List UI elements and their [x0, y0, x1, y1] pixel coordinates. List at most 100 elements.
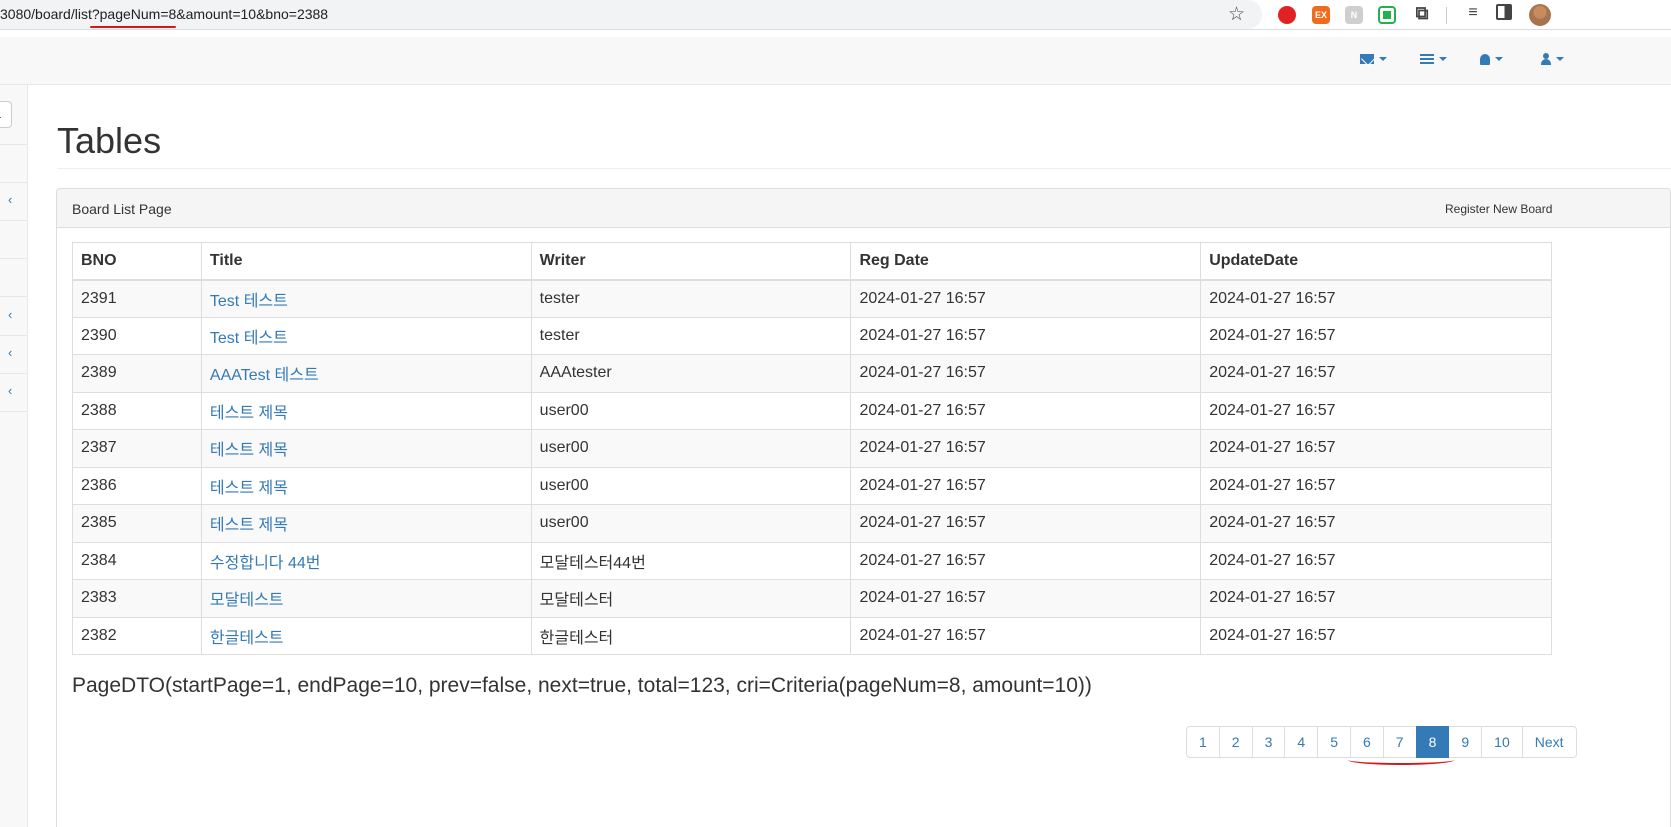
alerts-dropdown[interactable]	[1480, 50, 1503, 66]
table-row: 2388 테스트 제목 user00 2024-01-27 16:57 2024-01-…	[72, 391, 1552, 430]
title-link[interactable]: AAATest 테스트	[210, 367, 319, 384]
tasks-dropdown[interactable]	[1420, 50, 1447, 66]
cell-bno: 2386	[72, 466, 202, 505]
title-link[interactable]: Test 테스트	[210, 293, 288, 310]
table-row: 2382 한글테스트 한글테스터 2024-01-27 16:57 2024-01-27…	[72, 616, 1552, 655]
queue-icon[interactable]: ≡	[1462, 4, 1484, 22]
ex-icon[interactable]: EX	[1312, 6, 1330, 24]
register-new-board-button[interactable]: Register New Board	[1438, 198, 1560, 220]
cell-title: 테스트 제목	[200, 391, 532, 430]
cell-update-date: 2024-01-27 16:57	[1200, 466, 1552, 505]
browser-toolbar: 3080/board/list?pageNum=8&amount=10&bno=…	[0, 0, 1671, 30]
cell-reg-date: 2024-01-27 16:57	[850, 316, 1202, 355]
sidebar-divider	[0, 220, 28, 221]
title-link[interactable]: 수정합니다 44번	[210, 555, 321, 572]
address-bar[interactable]: 3080/board/list?pageNum=8&amount=10&bno=…	[0, 0, 1262, 29]
caret-down-icon	[1439, 57, 1447, 62]
cell-title: 테스트 제목	[200, 504, 532, 543]
annotation-underline	[90, 26, 176, 28]
table-row: 2385 테스트 제목 user00 2024-01-27 16:57 2024-01-…	[72, 504, 1552, 543]
header-writer: Writer	[530, 242, 852, 281]
cell-writer: tester	[530, 316, 852, 355]
cell-reg-date: 2024-01-27 16:57	[850, 279, 1202, 318]
top-navbar	[0, 37, 1671, 85]
cell-writer: user00	[530, 504, 852, 543]
sidebar-divider	[0, 182, 28, 183]
title-link[interactable]: 테스트 제목	[210, 517, 288, 534]
page-link-8[interactable]: 8	[1415, 726, 1450, 758]
sidebar-divider	[0, 411, 28, 412]
cell-writer: 한글테스터	[530, 616, 852, 655]
cell-reg-date: 2024-01-27 16:57	[850, 354, 1202, 393]
sidebar-divider	[0, 258, 28, 259]
table-header-row: BNO Title Writer Reg Date UpdateDate	[72, 242, 1552, 281]
page-link-2[interactable]: 2	[1218, 726, 1253, 758]
cell-update-date: 2024-01-27 16:57	[1200, 316, 1552, 355]
cell-bno: 2385	[72, 504, 202, 543]
cell-reg-date: 2024-01-27 16:57	[850, 541, 1202, 580]
puzzle-icon[interactable]: ⧉	[1411, 4, 1433, 22]
sidebar-divider	[0, 373, 28, 374]
bookmark-star-icon[interactable]: ☆	[1228, 3, 1245, 26]
title-link[interactable]: 테스트 제목	[210, 405, 288, 422]
table-body: 2391 Test 테스트 tester 2024-01-27 16:57 2024-0…	[72, 279, 1552, 655]
envelope-icon	[1360, 54, 1374, 65]
profile-avatar[interactable]	[1529, 4, 1551, 26]
page-link-1[interactable]: 1	[1186, 726, 1220, 758]
bell-icon	[1480, 53, 1490, 65]
title-divider	[57, 168, 1671, 169]
cell-update-date: 2024-01-27 16:57	[1200, 279, 1552, 318]
pagedto-debug-text: PageDTO(startPage=1, endPage=10, prev=fa…	[72, 674, 1092, 697]
page-link-10[interactable]: 10	[1481, 726, 1523, 758]
title-link[interactable]: 모달테스트	[210, 592, 284, 609]
screen-icon[interactable]	[1378, 6, 1396, 24]
table-row: 2384 수정합니다 44번 모달테스터44번 2024-01-27 16:57 202…	[72, 541, 1552, 580]
page-link-6[interactable]: 6	[1349, 726, 1384, 758]
sidepanel-icon[interactable]	[1496, 4, 1512, 20]
cell-title: Test 테스트	[200, 316, 532, 355]
cell-title: 한글테스트	[200, 616, 532, 655]
page-link-7[interactable]: 7	[1382, 726, 1417, 758]
caret-down-icon	[1495, 57, 1503, 62]
header-title: Title	[200, 242, 532, 281]
page-title: Tables	[57, 120, 162, 161]
page-link-3[interactable]: 3	[1251, 726, 1286, 758]
chevron-left-icon[interactable]: ‹	[8, 307, 12, 322]
messages-dropdown[interactable]	[1360, 50, 1387, 66]
cell-title: 테스트 제목	[200, 429, 532, 468]
cell-title: AAATest 테스트	[200, 354, 532, 393]
cell-bno: 2388	[72, 391, 202, 430]
user-dropdown[interactable]	[1541, 50, 1564, 66]
next-page-button[interactable]: Next	[1521, 726, 1577, 758]
cell-update-date: 2024-01-27 16:57	[1200, 354, 1552, 393]
page-link-5[interactable]: 5	[1317, 726, 1351, 758]
cell-bno: 2384	[72, 541, 202, 580]
title-link[interactable]: 테스트 제목	[210, 442, 288, 459]
title-link[interactable]: 테스트 제목	[210, 480, 288, 497]
adblock-icon[interactable]	[1278, 6, 1296, 24]
panel-heading: Board List Page Register New Board	[57, 189, 1670, 228]
table-row: 2383 모달테스트 모달테스터 2024-01-27 16:57 2024-01-27…	[72, 579, 1552, 618]
cell-writer: user00	[530, 466, 852, 505]
title-link[interactable]: Test 테스트	[210, 330, 288, 347]
cell-bno: 2391	[72, 279, 202, 318]
title-link[interactable]: 한글테스트	[210, 630, 284, 647]
page-link-9[interactable]: 9	[1448, 726, 1483, 758]
cell-title: Test 테스트	[200, 279, 532, 318]
cell-bno: 2383	[72, 579, 202, 618]
cell-writer: tester	[530, 279, 852, 318]
cell-writer: AAAtester	[530, 354, 852, 393]
tasks-icon	[1420, 54, 1434, 65]
chevron-left-icon[interactable]: ‹	[8, 192, 12, 207]
caret-down-icon	[1379, 57, 1387, 62]
sidebar-search-input[interactable]: .	[0, 101, 12, 128]
sidebar-divider	[0, 296, 28, 297]
url-text[interactable]: 3080/board/list?pageNum=8&amount=10&bno=…	[0, 6, 328, 22]
chevron-left-icon[interactable]: ‹	[8, 345, 12, 360]
chevron-left-icon[interactable]: ‹	[8, 383, 12, 398]
page-link-4[interactable]: 4	[1284, 726, 1319, 758]
cell-bno: 2382	[72, 616, 202, 655]
notion-icon[interactable]: N	[1345, 6, 1363, 24]
cell-writer: user00	[530, 391, 852, 430]
cell-bno: 2389	[72, 354, 202, 393]
